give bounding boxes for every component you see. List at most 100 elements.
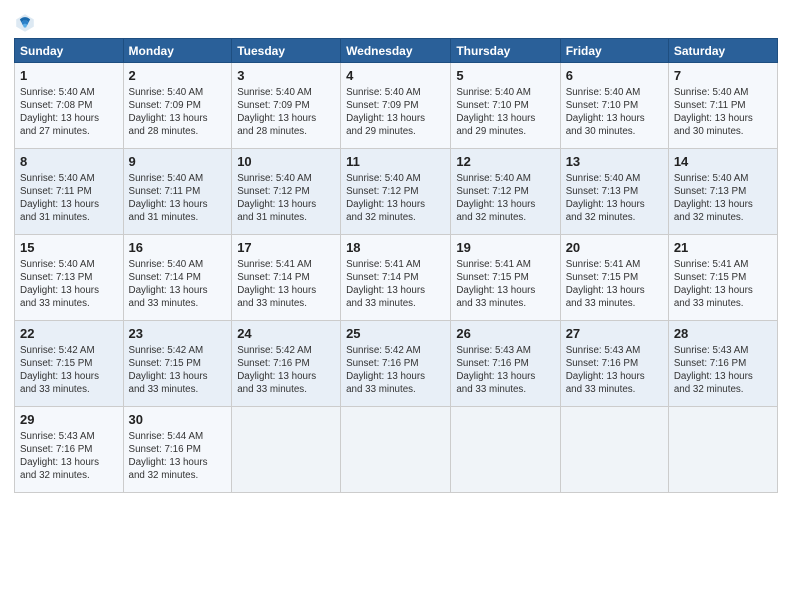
day-number: 18 bbox=[346, 239, 445, 257]
day-number: 10 bbox=[237, 153, 335, 171]
calendar-cell: 19Sunrise: 5:41 AM Sunset: 7:15 PM Dayli… bbox=[451, 235, 560, 321]
calendar-week-5: 29Sunrise: 5:43 AM Sunset: 7:16 PM Dayli… bbox=[15, 407, 778, 493]
logo bbox=[14, 12, 40, 34]
day-number: 21 bbox=[674, 239, 772, 257]
day-info: Sunrise: 5:44 AM Sunset: 7:16 PM Dayligh… bbox=[129, 430, 227, 483]
day-info: Sunrise: 5:40 AM Sunset: 7:10 PM Dayligh… bbox=[566, 86, 663, 139]
day-info: Sunrise: 5:42 AM Sunset: 7:16 PM Dayligh… bbox=[346, 344, 445, 397]
day-info: Sunrise: 5:43 AM Sunset: 7:16 PM Dayligh… bbox=[566, 344, 663, 397]
calendar-cell: 25Sunrise: 5:42 AM Sunset: 7:16 PM Dayli… bbox=[341, 321, 451, 407]
calendar-cell bbox=[668, 407, 777, 493]
day-number: 24 bbox=[237, 325, 335, 343]
day-number: 19 bbox=[456, 239, 554, 257]
calendar-cell bbox=[560, 407, 668, 493]
calendar-week-1: 1Sunrise: 5:40 AM Sunset: 7:08 PM Daylig… bbox=[15, 63, 778, 149]
calendar-cell: 23Sunrise: 5:42 AM Sunset: 7:15 PM Dayli… bbox=[123, 321, 232, 407]
calendar-cell: 29Sunrise: 5:43 AM Sunset: 7:16 PM Dayli… bbox=[15, 407, 124, 493]
day-info: Sunrise: 5:40 AM Sunset: 7:13 PM Dayligh… bbox=[674, 172, 772, 225]
calendar-cell: 22Sunrise: 5:42 AM Sunset: 7:15 PM Dayli… bbox=[15, 321, 124, 407]
day-number: 3 bbox=[237, 67, 335, 85]
weekday-header-monday: Monday bbox=[123, 39, 232, 63]
calendar-cell: 1Sunrise: 5:40 AM Sunset: 7:08 PM Daylig… bbox=[15, 63, 124, 149]
calendar-cell: 5Sunrise: 5:40 AM Sunset: 7:10 PM Daylig… bbox=[451, 63, 560, 149]
weekday-header-wednesday: Wednesday bbox=[341, 39, 451, 63]
calendar-week-3: 15Sunrise: 5:40 AM Sunset: 7:13 PM Dayli… bbox=[15, 235, 778, 321]
day-number: 28 bbox=[674, 325, 772, 343]
calendar-cell: 15Sunrise: 5:40 AM Sunset: 7:13 PM Dayli… bbox=[15, 235, 124, 321]
day-info: Sunrise: 5:40 AM Sunset: 7:11 PM Dayligh… bbox=[129, 172, 227, 225]
day-number: 14 bbox=[674, 153, 772, 171]
weekday-header-thursday: Thursday bbox=[451, 39, 560, 63]
day-info: Sunrise: 5:42 AM Sunset: 7:16 PM Dayligh… bbox=[237, 344, 335, 397]
day-info: Sunrise: 5:40 AM Sunset: 7:12 PM Dayligh… bbox=[456, 172, 554, 225]
logo-icon bbox=[14, 12, 36, 34]
day-info: Sunrise: 5:40 AM Sunset: 7:11 PM Dayligh… bbox=[20, 172, 118, 225]
day-number: 26 bbox=[456, 325, 554, 343]
day-info: Sunrise: 5:42 AM Sunset: 7:15 PM Dayligh… bbox=[129, 344, 227, 397]
day-number: 16 bbox=[129, 239, 227, 257]
day-info: Sunrise: 5:41 AM Sunset: 7:15 PM Dayligh… bbox=[674, 258, 772, 311]
calendar-cell bbox=[341, 407, 451, 493]
calendar-cell bbox=[451, 407, 560, 493]
calendar-week-4: 22Sunrise: 5:42 AM Sunset: 7:15 PM Dayli… bbox=[15, 321, 778, 407]
calendar-cell: 11Sunrise: 5:40 AM Sunset: 7:12 PM Dayli… bbox=[341, 149, 451, 235]
day-info: Sunrise: 5:41 AM Sunset: 7:15 PM Dayligh… bbox=[456, 258, 554, 311]
day-info: Sunrise: 5:40 AM Sunset: 7:12 PM Dayligh… bbox=[346, 172, 445, 225]
calendar-cell: 18Sunrise: 5:41 AM Sunset: 7:14 PM Dayli… bbox=[341, 235, 451, 321]
calendar-body: 1Sunrise: 5:40 AM Sunset: 7:08 PM Daylig… bbox=[15, 63, 778, 493]
day-number: 6 bbox=[566, 67, 663, 85]
day-info: Sunrise: 5:40 AM Sunset: 7:13 PM Dayligh… bbox=[566, 172, 663, 225]
calendar-cell: 21Sunrise: 5:41 AM Sunset: 7:15 PM Dayli… bbox=[668, 235, 777, 321]
calendar-cell: 8Sunrise: 5:40 AM Sunset: 7:11 PM Daylig… bbox=[15, 149, 124, 235]
calendar-cell bbox=[232, 407, 341, 493]
day-number: 5 bbox=[456, 67, 554, 85]
calendar-cell: 30Sunrise: 5:44 AM Sunset: 7:16 PM Dayli… bbox=[123, 407, 232, 493]
day-number: 25 bbox=[346, 325, 445, 343]
day-info: Sunrise: 5:40 AM Sunset: 7:09 PM Dayligh… bbox=[129, 86, 227, 139]
day-info: Sunrise: 5:40 AM Sunset: 7:09 PM Dayligh… bbox=[237, 86, 335, 139]
weekday-header-friday: Friday bbox=[560, 39, 668, 63]
day-number: 8 bbox=[20, 153, 118, 171]
calendar-cell: 16Sunrise: 5:40 AM Sunset: 7:14 PM Dayli… bbox=[123, 235, 232, 321]
calendar-cell: 9Sunrise: 5:40 AM Sunset: 7:11 PM Daylig… bbox=[123, 149, 232, 235]
calendar-cell: 4Sunrise: 5:40 AM Sunset: 7:09 PM Daylig… bbox=[341, 63, 451, 149]
calendar-page: SundayMondayTuesdayWednesdayThursdayFrid… bbox=[0, 0, 792, 612]
day-number: 29 bbox=[20, 411, 118, 429]
day-info: Sunrise: 5:40 AM Sunset: 7:12 PM Dayligh… bbox=[237, 172, 335, 225]
day-info: Sunrise: 5:41 AM Sunset: 7:15 PM Dayligh… bbox=[566, 258, 663, 311]
calendar-cell: 20Sunrise: 5:41 AM Sunset: 7:15 PM Dayli… bbox=[560, 235, 668, 321]
calendar-cell: 26Sunrise: 5:43 AM Sunset: 7:16 PM Dayli… bbox=[451, 321, 560, 407]
day-number: 12 bbox=[456, 153, 554, 171]
day-number: 30 bbox=[129, 411, 227, 429]
calendar-week-2: 8Sunrise: 5:40 AM Sunset: 7:11 PM Daylig… bbox=[15, 149, 778, 235]
day-number: 15 bbox=[20, 239, 118, 257]
day-number: 22 bbox=[20, 325, 118, 343]
day-info: Sunrise: 5:40 AM Sunset: 7:08 PM Dayligh… bbox=[20, 86, 118, 139]
day-info: Sunrise: 5:43 AM Sunset: 7:16 PM Dayligh… bbox=[20, 430, 118, 483]
calendar-table: SundayMondayTuesdayWednesdayThursdayFrid… bbox=[14, 38, 778, 493]
day-number: 4 bbox=[346, 67, 445, 85]
day-info: Sunrise: 5:40 AM Sunset: 7:09 PM Dayligh… bbox=[346, 86, 445, 139]
day-number: 13 bbox=[566, 153, 663, 171]
day-info: Sunrise: 5:43 AM Sunset: 7:16 PM Dayligh… bbox=[456, 344, 554, 397]
day-number: 2 bbox=[129, 67, 227, 85]
calendar-cell: 12Sunrise: 5:40 AM Sunset: 7:12 PM Dayli… bbox=[451, 149, 560, 235]
calendar-cell: 6Sunrise: 5:40 AM Sunset: 7:10 PM Daylig… bbox=[560, 63, 668, 149]
calendar-header: SundayMondayTuesdayWednesdayThursdayFrid… bbox=[15, 39, 778, 63]
day-info: Sunrise: 5:42 AM Sunset: 7:15 PM Dayligh… bbox=[20, 344, 118, 397]
calendar-cell: 17Sunrise: 5:41 AM Sunset: 7:14 PM Dayli… bbox=[232, 235, 341, 321]
day-info: Sunrise: 5:40 AM Sunset: 7:14 PM Dayligh… bbox=[129, 258, 227, 311]
day-number: 9 bbox=[129, 153, 227, 171]
day-number: 20 bbox=[566, 239, 663, 257]
day-number: 27 bbox=[566, 325, 663, 343]
calendar-cell: 14Sunrise: 5:40 AM Sunset: 7:13 PM Dayli… bbox=[668, 149, 777, 235]
day-info: Sunrise: 5:41 AM Sunset: 7:14 PM Dayligh… bbox=[237, 258, 335, 311]
weekday-header-tuesday: Tuesday bbox=[232, 39, 341, 63]
weekday-header-row: SundayMondayTuesdayWednesdayThursdayFrid… bbox=[15, 39, 778, 63]
day-info: Sunrise: 5:40 AM Sunset: 7:11 PM Dayligh… bbox=[674, 86, 772, 139]
calendar-cell: 3Sunrise: 5:40 AM Sunset: 7:09 PM Daylig… bbox=[232, 63, 341, 149]
calendar-cell: 28Sunrise: 5:43 AM Sunset: 7:16 PM Dayli… bbox=[668, 321, 777, 407]
calendar-cell: 13Sunrise: 5:40 AM Sunset: 7:13 PM Dayli… bbox=[560, 149, 668, 235]
day-info: Sunrise: 5:40 AM Sunset: 7:10 PM Dayligh… bbox=[456, 86, 554, 139]
day-number: 11 bbox=[346, 153, 445, 171]
